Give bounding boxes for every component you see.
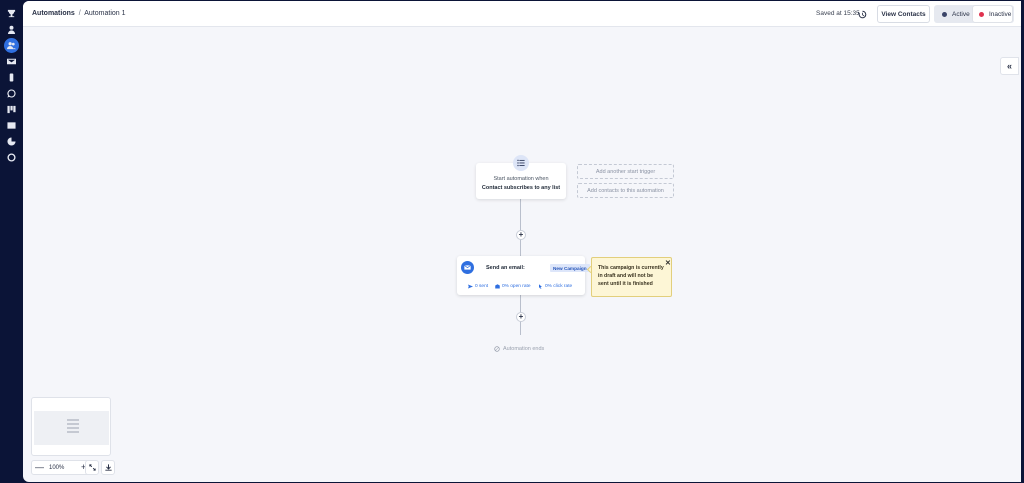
draft-warning-box: This campaign is currently in draft and … [591,257,672,297]
send-icon [468,284,473,289]
open-mail-icon [495,284,500,289]
expand-icon [88,464,96,471]
fit-view-button[interactable] [85,460,99,475]
add-step-button[interactable]: + [516,230,526,240]
open-rate-stat: 0% open rate [495,284,531,289]
trophy-icon[interactable] [4,6,19,21]
breadcrumb: Automations / Automation 1 [32,10,126,17]
warning-text: This campaign is currently in draft and … [598,265,664,287]
automation-end-label: Automation ends [503,346,545,352]
status-inactive-label: Inactive [989,10,1012,18]
add-start-trigger-button[interactable]: Add another start trigger [577,164,674,179]
kanban-icon[interactable] [4,102,19,117]
minimap-preview [67,419,79,435]
phone-icon[interactable] [4,70,19,85]
automation-editor: Automations / Automation 1 Saved at 15:3… [23,1,1021,482]
breadcrumb-current: Automation 1 [84,10,126,17]
zoom-controls: — 100% + [31,460,93,475]
close-icon[interactable]: ✕ [665,259,671,267]
status-inactive-option[interactable]: Inactive [973,6,1012,22]
list-icon [513,155,529,171]
globe-icon[interactable] [4,150,19,165]
trigger-title: Contact subscribes to any list [481,185,561,191]
minimap-viewport [34,411,109,445]
sent-stat: 0 sent [468,284,488,289]
cursor-icon [539,284,542,289]
download-button[interactable] [101,460,115,475]
history-icon[interactable] [858,10,867,19]
active-dot [942,11,947,17]
left-nav-rail [0,0,23,483]
send-email-step-card[interactable]: Send an email: New Campaign 0 sent 0% op… [457,256,590,295]
mail-icon[interactable] [4,54,19,69]
click-rate-stat: 0% click rate [538,284,572,289]
automation-end: Automation ends [494,346,544,352]
status-active-label: Active [952,10,970,18]
mail-icon [461,261,474,274]
breadcrumb-separator: / [78,10,81,17]
add-contacts-button[interactable]: Add contacts to this automation [577,183,674,198]
inactive-dot [979,11,984,17]
open-rate: 0% open rate [502,284,531,289]
sent-count: 0 sent [475,284,489,289]
template-icon[interactable] [4,118,19,133]
add-step-button[interactable]: + [516,312,526,322]
status-toggle: Active Inactive [934,5,1014,23]
saved-status: Saved at 15:35 [816,10,860,17]
click-rate: 0% click rate [545,284,573,289]
zoom-level: 100% [49,465,65,471]
collapse-panel-button[interactable]: « [1000,57,1019,75]
contacts-icon[interactable] [4,38,19,53]
email-step-label: Send an email: [486,265,525,271]
user-icon[interactable] [4,22,19,37]
minimap[interactable] [31,397,111,456]
zoom-out-button[interactable]: — [35,463,44,472]
trigger-subtitle: Start automation when [493,176,549,182]
status-active-option[interactable]: Active [936,6,972,22]
campaign-tag[interactable]: New Campaign [550,264,590,272]
download-icon [104,464,112,471]
chart-icon[interactable] [4,134,19,149]
view-contacts-button[interactable]: View Contacts [877,5,930,23]
top-bar: Automations / Automation 1 Saved at 15:3… [23,1,1021,27]
connector-line [520,199,521,257]
whatsapp-icon[interactable] [4,86,19,101]
stop-icon [494,346,500,352]
breadcrumb-automations-link[interactable]: Automations [32,10,75,17]
